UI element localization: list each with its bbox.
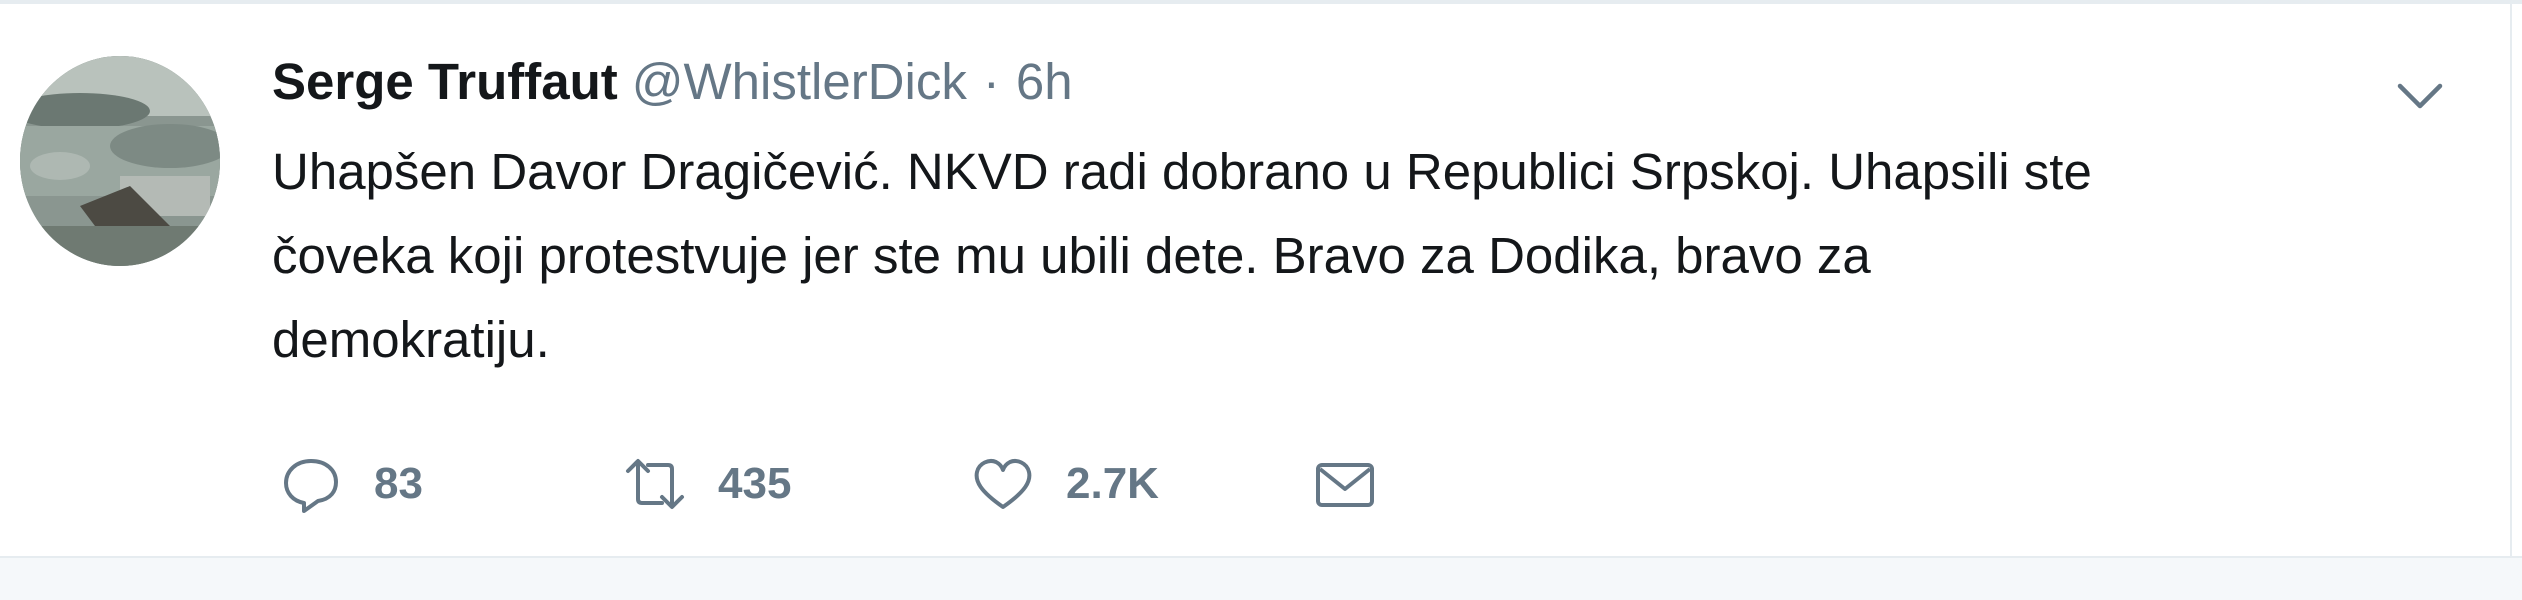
author-name[interactable]: Serge Truffaut — [272, 52, 618, 111]
retweet-count: 435 — [718, 459, 792, 508]
tweet-card[interactable]: Serge Truffaut @WhistlerDick · 6h Uhapše… — [0, 4, 2512, 556]
chevron-down-icon[interactable] — [2390, 66, 2450, 126]
timeline-gap — [0, 556, 2522, 600]
avatar[interactable] — [20, 56, 220, 266]
tweet-timestamp[interactable]: 6h — [1016, 52, 1073, 111]
retweet-icon — [626, 459, 684, 509]
tweet-text: Uhapšen Davor Dragičević. NKVD radi dobr… — [272, 143, 2092, 368]
like-count: 2.7K — [1066, 459, 1159, 508]
author-handle[interactable]: @WhistlerDick — [632, 52, 967, 111]
reply-button[interactable]: 83 — [278, 444, 423, 524]
tweet-header: Serge Truffaut @WhistlerDick · 6h — [272, 52, 1073, 122]
retweet-button[interactable]: 435 — [622, 444, 791, 524]
direct-message-button[interactable] — [1312, 444, 1378, 524]
reply-count: 83 — [374, 459, 423, 508]
separator-dot: · — [982, 53, 1000, 110]
heart-icon — [974, 459, 1032, 509]
avatar-image — [20, 56, 220, 266]
page: Serge Truffaut @WhistlerDick · 6h Uhapše… — [0, 0, 2522, 600]
like-button[interactable]: 2.7K — [970, 444, 1159, 524]
envelope-icon — [1316, 463, 1374, 507]
reply-icon — [284, 459, 338, 513]
